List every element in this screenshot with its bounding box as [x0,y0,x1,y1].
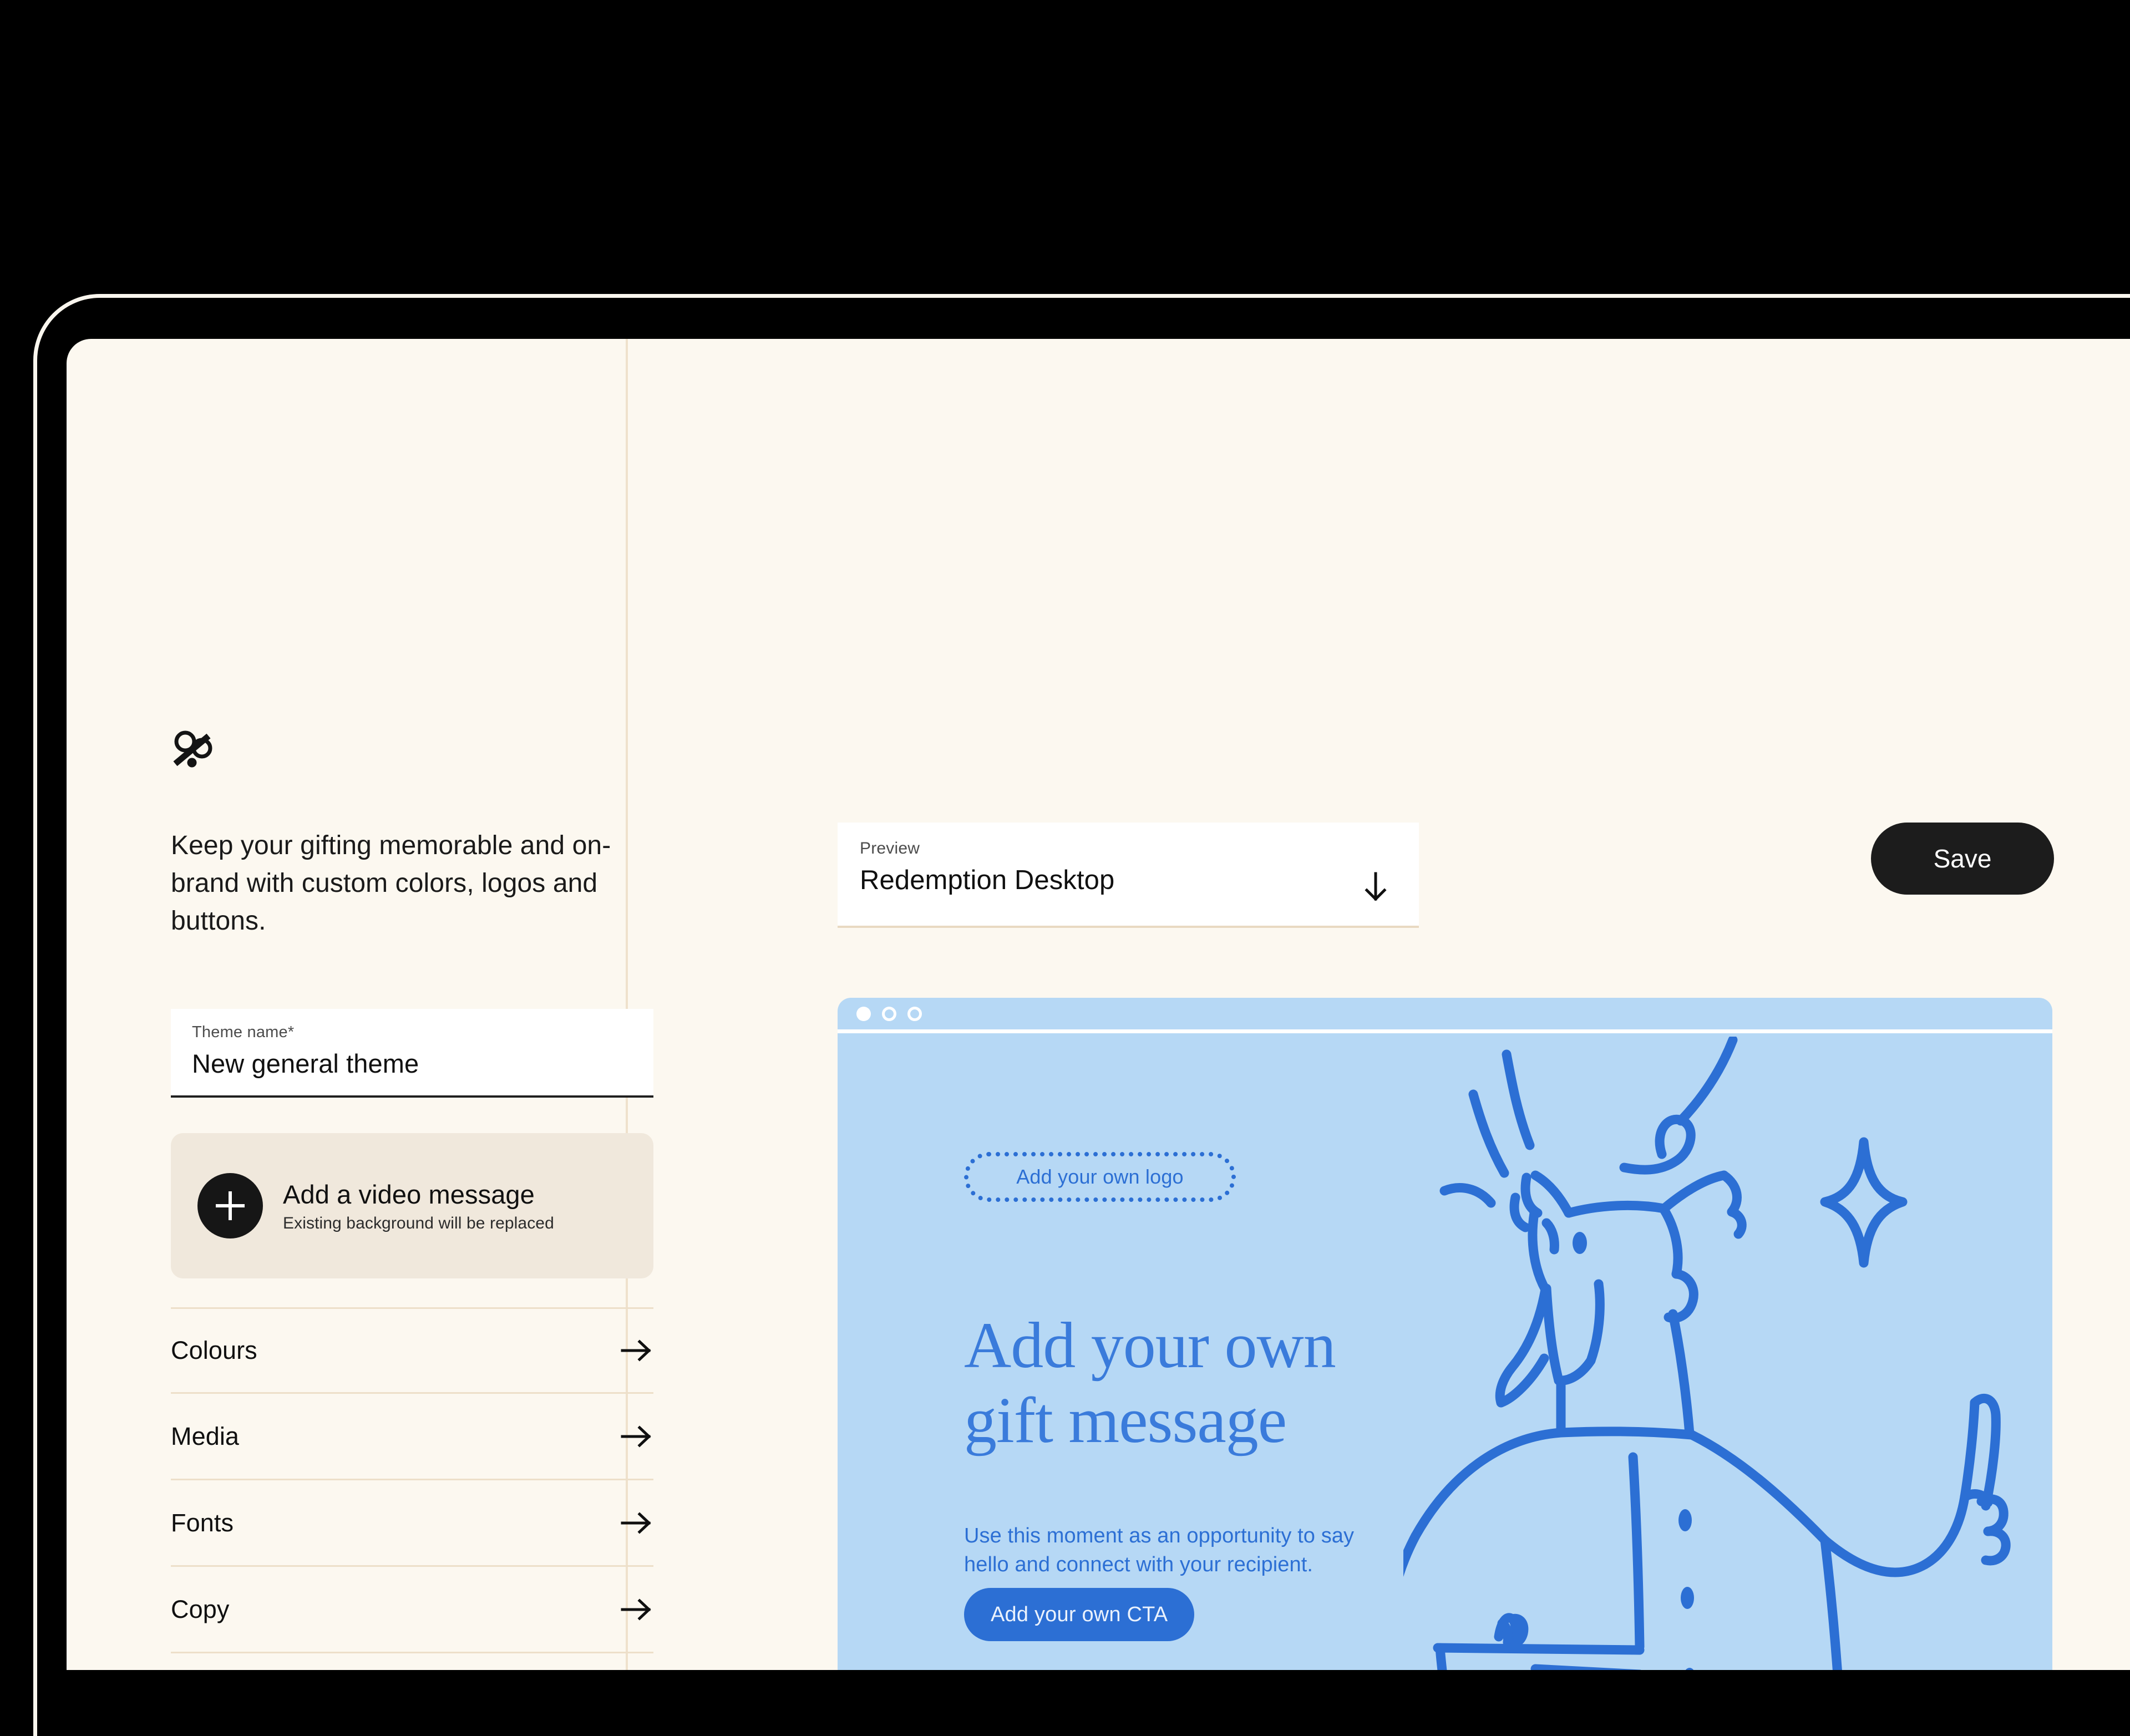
sidebar-item-label: Fonts [171,1508,234,1537]
arrow-right-icon [619,1333,653,1368]
sidebar-item-label: Media [171,1422,240,1450]
sidebar-item-label: Colours [171,1336,257,1364]
theme-name-value: New general theme [192,1049,419,1078]
sidebar-nav-list: Colours Media Fonts Copy [171,1307,653,1653]
preview-heading: Add your own gift message [964,1308,1574,1458]
preview-canvas: Add your own logo Add your own gift mess… [838,1033,2052,1670]
arrow-down-icon[interactable] [1359,870,1392,903]
add-logo-placeholder[interactable]: Add your own logo [964,1152,1236,1202]
preview-heading-line2: gift message [964,1383,1287,1456]
window-dot-close-icon[interactable] [856,1006,871,1021]
sidebar-item-fonts[interactable]: Fonts [171,1480,653,1567]
window-dot-maximize-icon[interactable] [907,1006,922,1021]
add-video-message-subtitle: Existing background will be replaced [283,1214,554,1232]
app-screen: Keep your gifting memorable and on-brand… [67,339,2130,1670]
preview-body-text: Use this moment as an opportunity to say… [964,1524,1355,1577]
preview-heading-line1: Add your own [964,1309,1336,1382]
sidebar-item-media[interactable]: Media [171,1394,653,1480]
add-video-message-title: Add a video message [283,1179,535,1209]
save-button[interactable]: Save [1871,823,2054,895]
add-video-message-button[interactable]: Add a video message Existing background … [171,1133,653,1278]
window-dot-minimize-icon[interactable] [882,1006,896,1021]
sidebar-item-label: Copy [171,1595,230,1623]
sidebar-intro-text: Keep your gifting memorable and on-brand… [171,831,611,936]
preview-select-value: Redemption Desktop [860,865,1115,895]
preview-select-label: Preview [860,839,920,857]
arrow-right-icon [619,1506,653,1540]
arrow-right-icon [619,1592,653,1627]
arrow-right-icon [619,1419,653,1454]
gift-loop-logo-icon [170,728,217,779]
preview-browser-card: Add your own logo Add your own gift mess… [838,998,2052,1670]
theme-name-input[interactable]: Theme name* New general theme [171,1009,653,1098]
sidebar-item-copy[interactable]: Copy [171,1567,653,1653]
preview-cta-button[interactable]: Add your own CTA [964,1588,1195,1641]
browser-title-bar [838,998,2052,1033]
preview-select[interactable]: Preview Redemption Desktop [838,823,1419,928]
plus-icon [197,1173,263,1238]
theme-name-label: Theme name* [192,1023,295,1041]
sidebar-item-colours[interactable]: Colours [171,1307,653,1394]
